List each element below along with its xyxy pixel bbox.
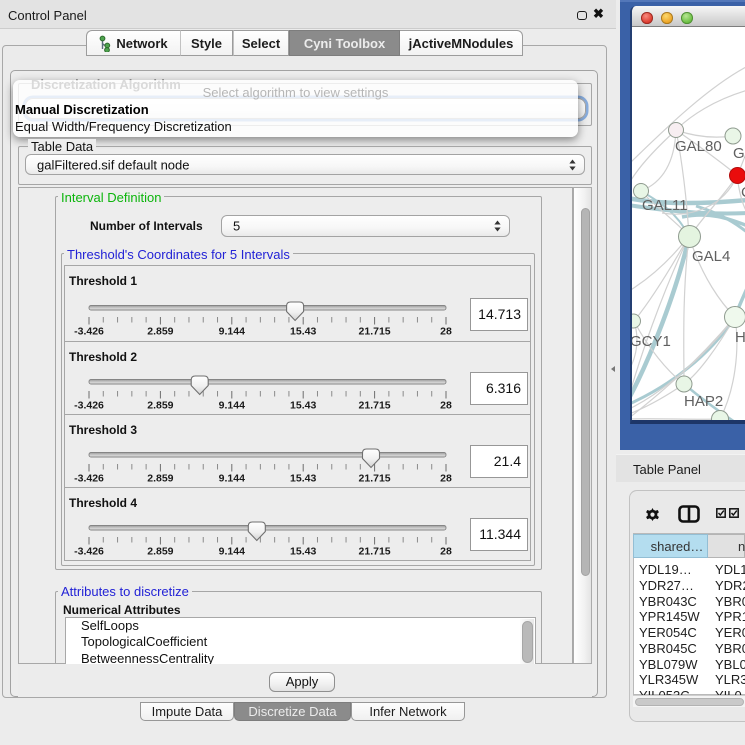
svg-text:2.859: 2.859 <box>147 400 173 412</box>
svg-text:9.144: 9.144 <box>219 473 245 485</box>
svg-text:28: 28 <box>440 400 452 412</box>
svg-text:-3.426: -3.426 <box>74 473 104 485</box>
svg-text:GAL80: GAL80 <box>675 138 722 155</box>
svg-text:C: C <box>741 184 745 201</box>
svg-text:2.859: 2.859 <box>147 326 173 338</box>
svg-text:28: 28 <box>440 326 452 338</box>
svg-text:9.144: 9.144 <box>219 326 245 338</box>
svg-text:-3.426: -3.426 <box>74 400 104 412</box>
svg-text:-3.426: -3.426 <box>74 326 104 338</box>
svg-text:15.43: 15.43 <box>290 473 316 485</box>
svg-text:GAL4: GAL4 <box>692 248 730 265</box>
svg-text:15.43: 15.43 <box>290 546 316 558</box>
svg-text:2.859: 2.859 <box>147 473 173 485</box>
svg-text:21.715: 21.715 <box>359 546 391 558</box>
svg-text:15.43: 15.43 <box>290 326 316 338</box>
svg-text:GCY1: GCY1 <box>632 333 671 350</box>
svg-text:H: H <box>735 329 745 346</box>
svg-text:21.715: 21.715 <box>359 400 391 412</box>
svg-text:9.144: 9.144 <box>219 400 245 412</box>
svg-text:21.715: 21.715 <box>359 473 391 485</box>
svg-text:GA: GA <box>733 145 745 162</box>
svg-text:-3.426: -3.426 <box>74 546 104 558</box>
svg-text:HAP2: HAP2 <box>684 393 723 410</box>
svg-text:2.859: 2.859 <box>147 546 173 558</box>
svg-text:28: 28 <box>440 546 452 558</box>
svg-text:GAL11: GAL11 <box>642 197 688 214</box>
svg-text:21.715: 21.715 <box>359 326 391 338</box>
svg-text:9.144: 9.144 <box>219 546 245 558</box>
svg-text:15.43: 15.43 <box>290 400 316 412</box>
svg-text:28: 28 <box>440 473 452 485</box>
